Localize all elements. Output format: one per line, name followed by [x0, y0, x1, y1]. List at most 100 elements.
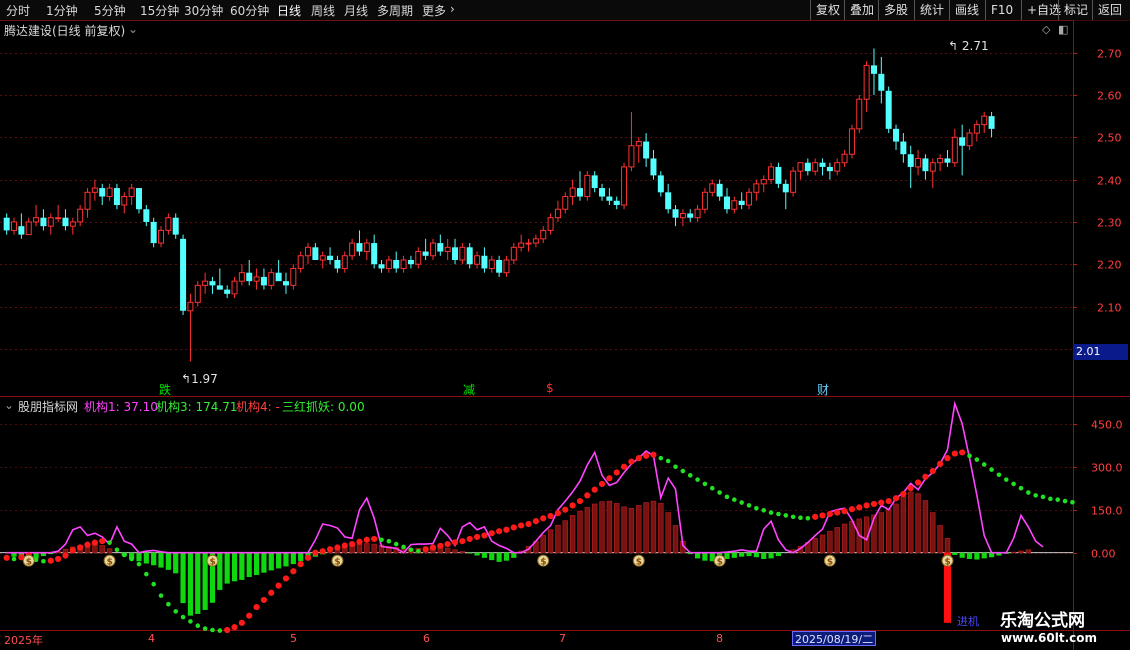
histogram-bar-negative [246, 552, 252, 578]
candle-body-down [356, 243, 363, 252]
path-dot-green [739, 500, 744, 505]
path-dot-green [1062, 498, 1068, 504]
path-dot-red [510, 524, 517, 531]
path-dot-red [635, 455, 642, 462]
candle-body-down [738, 200, 745, 205]
path-dot-red [834, 509, 841, 516]
path-dot-green [1040, 494, 1046, 500]
indicator-name[interactable]: 股朋指标网 [18, 398, 78, 415]
histogram-bar-positive [569, 515, 576, 553]
histogram-bar-positive [452, 549, 458, 553]
indicator-tick-label: 450.0 [1091, 419, 1123, 432]
path-dot-red [848, 506, 856, 513]
path-dot-red [554, 510, 562, 517]
histogram-bar-positive [672, 525, 679, 553]
candle-body-up [621, 166, 628, 206]
histogram-bar-negative [966, 552, 973, 559]
diamond-icon[interactable]: ◇ [1042, 23, 1050, 36]
histogram-bar-negative [481, 552, 488, 558]
histogram-bar-negative [136, 552, 142, 562]
price-tick-label: 2.70 [1097, 48, 1122, 61]
candle-body-down [18, 226, 25, 235]
candle-body-up [231, 280, 238, 295]
candle-body-down [826, 166, 833, 172]
path-dot-red [620, 463, 628, 470]
histogram-bar-positive [915, 493, 921, 553]
low-value: 1.97 [191, 372, 218, 386]
path-dot-red [77, 544, 84, 551]
candle-body-up [488, 259, 495, 269]
path-dot-red [929, 467, 936, 475]
candle-body-down [209, 281, 216, 286]
candle-body-down [312, 247, 319, 260]
histogram-bar-positive [908, 491, 914, 553]
candle-body-up [981, 115, 988, 126]
histogram-bar-negative [775, 552, 782, 557]
candle-body-up [444, 246, 451, 253]
candle-body-down [959, 137, 966, 146]
candle-body-up [679, 212, 686, 219]
candle-body-up [701, 191, 708, 210]
histogram-bar-negative [253, 552, 260, 576]
histogram-bar-positive [621, 506, 627, 553]
indicator-menu-chevron-icon[interactable]: ⌄ [4, 398, 14, 412]
panel-toggle-icon[interactable]: ◧ [1058, 23, 1068, 36]
candle-body-up [834, 162, 841, 172]
indicator-tick-label: 0.00 [1091, 548, 1116, 561]
path-dot-green [415, 548, 421, 554]
money-bag-glyph: $ [107, 558, 113, 568]
candle-body-up [848, 128, 855, 155]
path-dot-red [363, 536, 370, 543]
money-bag-glyph: $ [944, 558, 950, 568]
histogram-bar-negative [981, 552, 987, 559]
candle-body-up [165, 217, 172, 231]
path-dot-green [754, 505, 759, 511]
histogram-bar-negative [974, 552, 980, 560]
path-dot-green [695, 477, 700, 482]
path-dot-red [444, 540, 451, 548]
histogram-bar-positive [636, 505, 642, 553]
chart-canvas[interactable]: 2.702.602.502.402.302.202.102.00450.0300… [0, 0, 1130, 650]
candle-body-up [628, 145, 635, 168]
candle-body-up [812, 162, 819, 172]
histogram-bar-positive [922, 500, 929, 553]
candle-body-down [378, 264, 385, 269]
candle-body-down [422, 251, 429, 256]
histogram-bar-negative [231, 552, 238, 582]
candle-body-up [91, 187, 98, 193]
path-dot-green [11, 556, 17, 562]
histogram-bar-negative [276, 552, 282, 569]
path-dot-green [798, 515, 803, 521]
candle-body-up [47, 217, 54, 227]
candle-body-down [481, 255, 488, 269]
candle-body-down [643, 141, 650, 159]
path-dot-red [606, 475, 613, 482]
candle-body-down [878, 73, 885, 91]
path-dot-red [260, 596, 268, 604]
candle-body-up [363, 242, 370, 253]
candle-body-up [429, 242, 436, 257]
path-dot-green [805, 515, 811, 521]
candle-body-up [238, 272, 245, 282]
candle-body-up [187, 301, 194, 312]
candle-body-down [143, 209, 150, 222]
candle-body-up [547, 217, 554, 231]
x-label-8: 8 [716, 632, 723, 645]
candle-body-down [687, 213, 694, 218]
path-dot-green [783, 513, 789, 518]
candle-body-down [922, 158, 929, 172]
x-label-7: 7 [559, 632, 566, 645]
path-dot-green [386, 538, 392, 544]
path-dot-green [158, 593, 164, 598]
path-dot-red [863, 502, 870, 509]
candle-body-up [158, 229, 165, 244]
path-dot-green [195, 623, 201, 629]
indicator-tick-label: 300.0 [1091, 462, 1123, 475]
path-dot-red [525, 520, 532, 528]
candle-body-up [929, 162, 936, 172]
path-dot-red [481, 532, 488, 539]
histogram-bar-negative [489, 552, 495, 561]
histogram-bar-positive [606, 500, 613, 553]
path-dot-green [717, 490, 722, 495]
title-menu-chevron-icon[interactable]: ⌄ [128, 22, 138, 36]
